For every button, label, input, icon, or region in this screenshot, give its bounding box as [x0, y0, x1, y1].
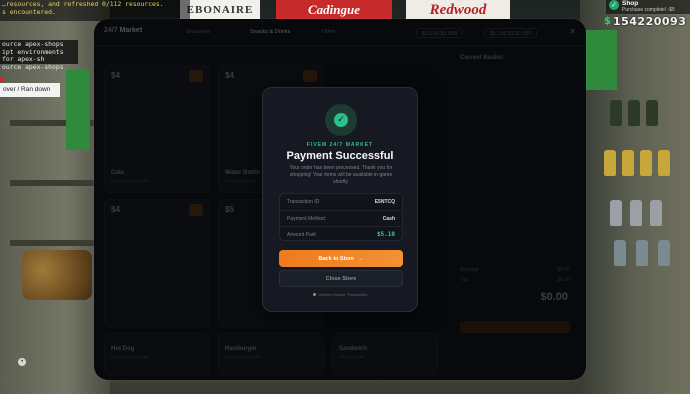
console-line: ipt environments for apex-sh	[2, 47, 64, 64]
money-sign: $	[604, 16, 611, 27]
money-display: $ 154220093	[604, 15, 686, 28]
ran-down-label: over / Ran down	[0, 77, 60, 97]
modal-message: Your order has been processed. Thank you…	[289, 165, 393, 185]
fruit-crate	[22, 250, 92, 300]
modal-title: Payment Successful	[286, 150, 394, 162]
microphone-icon: •	[18, 358, 26, 366]
console-log-top: …resources, and refreshed 0/112 resource…	[0, 0, 190, 21]
close-store-label: Close Store	[325, 275, 357, 282]
console-log-mid: ource apex-shops ipt environments for ap…	[0, 40, 78, 70]
money-value: 154220093	[612, 15, 687, 28]
banner-redwood: Redwood	[406, 0, 510, 20]
purchase-notification: ✓ Shop Purchase complete! -$5	[606, 0, 690, 14]
detail-label: Transaction ID	[287, 199, 320, 205]
back-to-store-label: Back to Store	[318, 255, 354, 262]
check-icon: ✓	[609, 0, 619, 10]
arrow-right-icon: →	[357, 255, 364, 262]
detail-label: Amount Paid	[287, 231, 316, 238]
store-sign-left	[66, 70, 90, 150]
ran-down-text: over / Ran down	[3, 86, 51, 93]
console-line: s encountered.	[2, 7, 56, 16]
verified-badge: Verified Secure Transaction	[263, 292, 417, 297]
back-to-store-button[interactable]: Back to Store →	[279, 250, 403, 267]
indicator-dot	[0, 77, 4, 81]
banner-cadingue: Cadingue	[276, 0, 392, 20]
console-line: ource apex-shops	[2, 62, 64, 71]
detail-value: $5.10	[376, 231, 395, 238]
verified-text: Verified Secure Transaction	[318, 292, 368, 297]
banner-ebonaire: EBONAIRE	[180, 0, 260, 20]
detail-row-payment-method: Payment Method Cash	[280, 210, 402, 226]
transaction-details: Transaction ID E5NTCQ Payment Method Cas…	[279, 193, 403, 241]
shield-icon	[312, 293, 316, 296]
detail-row-amount-paid: Amount Paid $5.10	[280, 226, 402, 242]
detail-value: Cash	[382, 215, 395, 222]
notification-subtitle: Purchase complete! -$5	[622, 7, 675, 13]
check-icon: ✓	[334, 113, 348, 127]
modal-brand: FIVEM 24/7 MARKET	[306, 142, 374, 148]
notification-title: Shop	[622, 0, 639, 7]
success-icon-ring: ✓	[325, 104, 357, 136]
close-store-button[interactable]: Close Store	[279, 270, 403, 287]
detail-row-transaction-id: Transaction ID E5NTCQ	[280, 194, 402, 210]
payment-success-modal: ✓ FIVEM 24/7 MARKET Payment Successful Y…	[262, 87, 418, 312]
detail-value: E5NTCQ	[374, 199, 395, 205]
store-sign-right	[585, 30, 617, 90]
detail-label: Payment Method	[287, 215, 325, 222]
